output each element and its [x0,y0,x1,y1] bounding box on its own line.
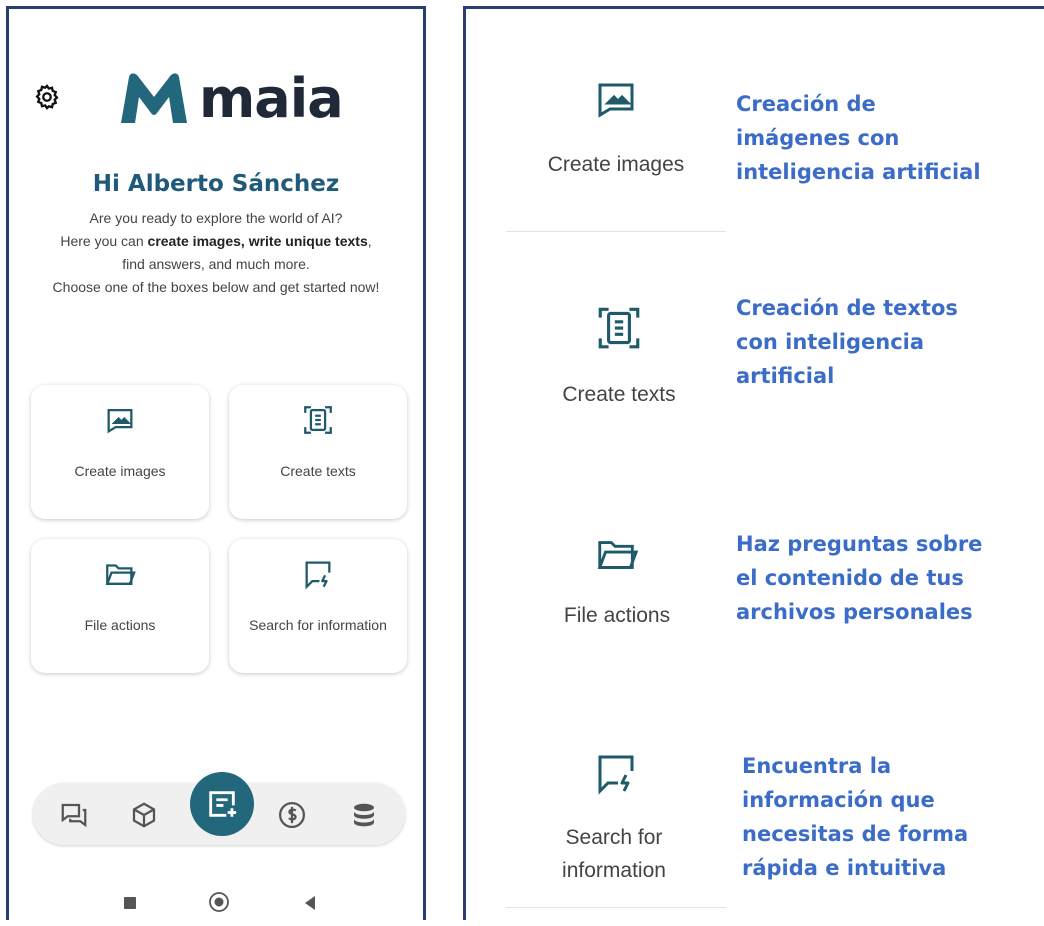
file-actions-explanation-label: File actions [563,604,671,627]
intro-line-4: Choose one of the boxes below and get st… [52,279,380,295]
chat-bolt-icon [586,749,646,797]
maia-m-logo-icon [121,73,187,123]
cube-icon[interactable] [129,800,159,830]
intro-line-1: Are you ready to explore the world of AI… [89,210,343,226]
document-scan-icon [589,303,649,353]
create-texts-label: Create texts [280,463,356,479]
back-icon[interactable] [302,895,318,916]
new-note-fab-button[interactable] [190,772,254,836]
folder-icon [587,531,647,577]
image-icon [586,75,646,123]
image-icon [31,403,209,437]
intro-line-2: Here you can create images, write unique… [60,233,372,249]
create-texts-description: Creación de textos con inteligencia arti… [736,296,958,388]
search-information-explanation-label: Search for information [562,826,666,882]
maia-logo: maia [117,67,344,130]
search-information-card[interactable]: Search for information [229,539,407,673]
divider [506,907,726,908]
chat-icon[interactable] [59,800,89,830]
brand-name: maia [199,67,344,130]
folder-icon [31,557,209,591]
home-icon[interactable] [208,891,230,918]
chat-bolt-icon [229,557,407,591]
create-texts-card[interactable]: Create texts [229,385,407,519]
phone-screen: maia Hi Alberto Sánchez Are you ready to… [6,6,426,920]
file-actions-description: Haz preguntas sobre el contenido de tus … [736,532,983,624]
divider [506,231,726,232]
intro-text: Are you ready to explore the world of AI… [35,207,397,299]
search-information-label: Search for information [249,617,387,633]
settings-gear-icon[interactable] [33,83,61,111]
new-note-icon [209,791,237,817]
create-images-label: Create images [74,463,166,479]
stop-icon[interactable] [122,895,138,916]
create-texts-explanation-label: Create texts [562,383,676,406]
greeting-title: Hi Alberto Sánchez [92,171,340,197]
dollar-icon[interactable] [277,800,307,830]
intro-line-3: find answers, and much more. [122,256,310,272]
search-information-description: Encuentra la información que necesitas d… [742,754,969,880]
file-actions-label: File actions [84,617,156,633]
explanation-panel: Create images Creación de imágenes con i… [463,6,1044,920]
create-images-explanation-label: Create images [547,153,685,176]
create-images-card[interactable]: Create images [31,385,209,519]
create-images-description: Creación de imágenes con inteligencia ar… [736,92,981,184]
database-icon[interactable] [349,800,379,830]
file-actions-card[interactable]: File actions [31,539,209,673]
document-scan-icon [229,403,407,437]
